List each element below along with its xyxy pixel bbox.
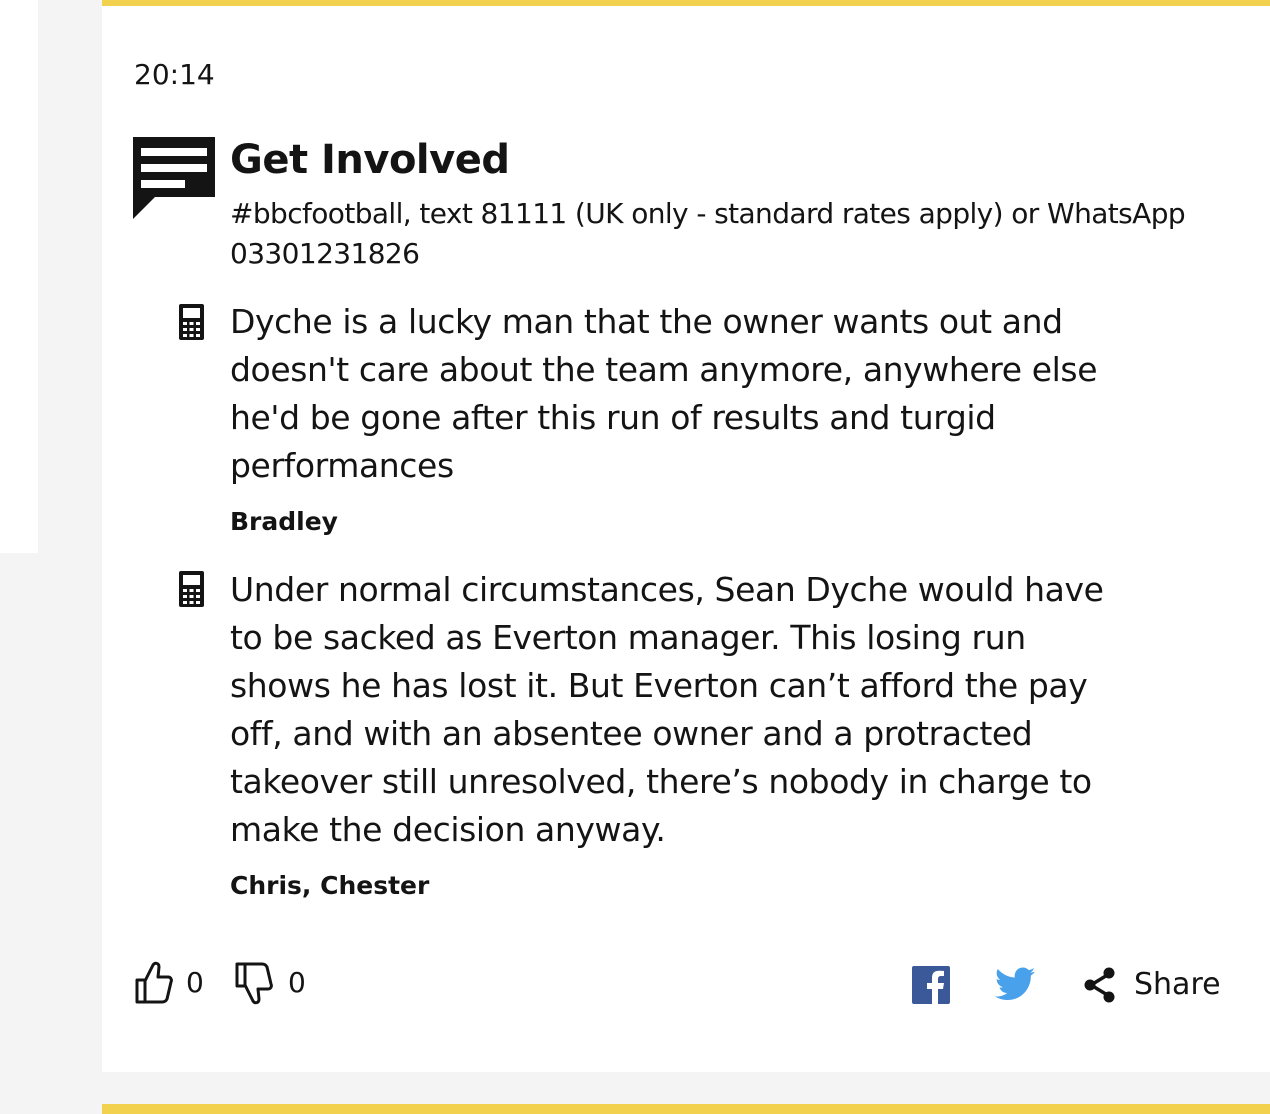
live-post-card: 20:14 Get Involved #bbcfootball, text 81… [102,0,1270,1072]
share-button[interactable]: Share [1134,966,1221,1004]
thumbs-up-icon[interactable] [134,960,174,1006]
speech-bubble-icon [133,137,215,219]
post-timestamp: 20:14 [134,58,215,91]
facebook-icon[interactable] [912,966,950,1004]
mobile-phone-icon [179,304,204,340]
share-icon[interactable] [1082,966,1118,1004]
mobile-phone-icon [179,571,204,607]
thumbs-down-icon[interactable] [234,960,274,1006]
dislike-count: 0 [288,966,306,999]
message-text: Under normal circumstances, Sean Dyche w… [230,570,1104,849]
message-author: Chris, Chester [230,871,430,900]
left-column-panel [0,0,38,553]
twitter-icon[interactable] [995,966,1035,1002]
message-text: Dyche is a lucky man that the owner want… [230,302,1098,485]
message-author: Bradley [230,507,338,536]
like-count: 0 [186,966,204,999]
get-involved-title: Get Involved [230,137,510,183]
bottom-accent-rule [102,1104,1270,1114]
page: 20:14 Get Involved #bbcfootball, text 81… [0,0,1270,1114]
get-involved-subtitle: #bbcfootball, text 81111 (UK only - stan… [230,197,1186,270]
